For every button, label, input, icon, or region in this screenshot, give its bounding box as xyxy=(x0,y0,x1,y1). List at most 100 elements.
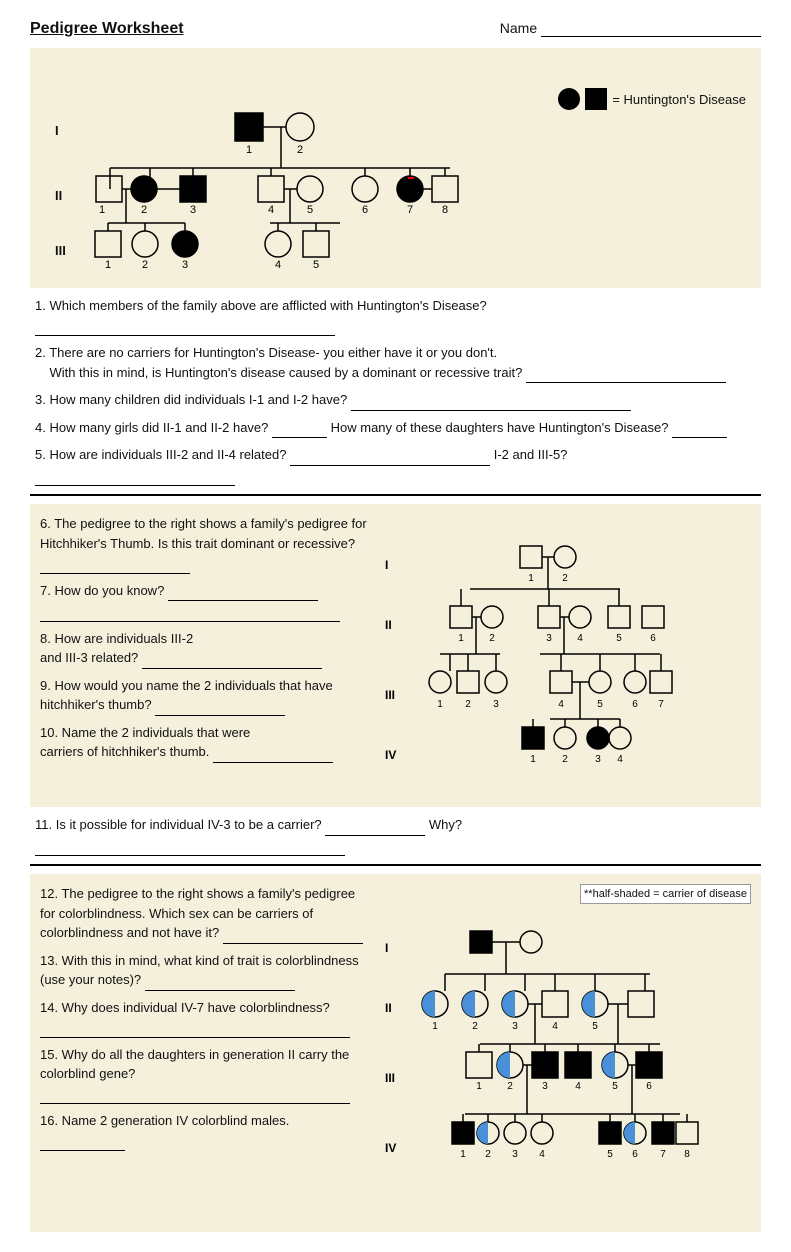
svg-text:III: III xyxy=(385,1071,395,1085)
svg-text:6: 6 xyxy=(632,1149,638,1160)
svg-text:I: I xyxy=(385,558,388,572)
svg-text:2: 2 xyxy=(297,144,303,156)
svg-text:3: 3 xyxy=(512,1021,518,1032)
cb-legend: **half-shaded = carrier of disease xyxy=(580,884,751,904)
svg-text:IV: IV xyxy=(385,748,396,762)
q7-answer2 xyxy=(40,601,340,622)
svg-text:4: 4 xyxy=(539,1149,545,1160)
q1-answer xyxy=(35,316,335,337)
q4-answer1 xyxy=(272,418,327,439)
svg-text:2: 2 xyxy=(485,1149,491,1160)
svg-text:1: 1 xyxy=(437,699,443,710)
svg-text:1: 1 xyxy=(530,754,536,765)
question-8: 8. How are individuals III-2and III-3 re… xyxy=(40,629,370,669)
legend: = Huntington's Disease xyxy=(558,88,746,110)
q12-answer xyxy=(223,923,363,944)
question-16: 16. Name 2 generation IV colorblind male… xyxy=(40,1111,370,1151)
question-14: 14. Why does individual IV-7 have colorb… xyxy=(40,998,370,1038)
q2-answer xyxy=(526,363,726,384)
section2-hitchhiker: 6. The pedigree to the right shows a fam… xyxy=(30,504,761,807)
section3-questions: 12. The pedigree to the right shows a fa… xyxy=(40,884,370,1222)
q11-answer2 xyxy=(35,836,345,857)
svg-text:5: 5 xyxy=(313,259,319,271)
question-13: 13. With this in mind, what kind of trai… xyxy=(40,951,370,991)
svg-text:7: 7 xyxy=(660,1149,666,1160)
svg-text:4: 4 xyxy=(577,633,583,644)
svg-text:3: 3 xyxy=(595,754,601,765)
svg-text:3: 3 xyxy=(182,259,188,271)
pedigree2-svg: I II III IV 1 2 1 2 3 xyxy=(380,514,700,794)
svg-text:2: 2 xyxy=(142,259,148,271)
page-title: Pedigree Worksheet xyxy=(30,20,184,38)
questions-section1: 1. Which members of the family above are… xyxy=(30,296,761,486)
question-6: 6. The pedigree to the right shows a fam… xyxy=(40,514,370,574)
q1-text: 1. Which members of the family above are… xyxy=(35,298,487,333)
svg-text:1: 1 xyxy=(432,1021,438,1032)
q5-text: 5. How are individuals III-2 and II-4 re… xyxy=(35,447,567,483)
section1-huntington: I II III = Huntington's Disease 1 2 xyxy=(30,48,761,288)
q2-text: 2. There are no carriers for Huntington'… xyxy=(35,345,726,380)
svg-text:1: 1 xyxy=(458,633,464,644)
legend-circle xyxy=(558,88,580,110)
svg-text:8: 8 xyxy=(442,204,448,216)
q4-text: 4. How many girls did II-1 and II-2 have… xyxy=(35,420,727,435)
question-10: 10. Name the 2 individuals that were car… xyxy=(40,723,370,763)
svg-text:2: 2 xyxy=(141,204,147,216)
question-7: 7. How do you know? xyxy=(40,581,370,622)
svg-text:1: 1 xyxy=(105,259,111,271)
svg-text:3: 3 xyxy=(190,204,196,216)
question-2: 2. There are no carriers for Huntington'… xyxy=(35,343,756,383)
svg-text:6: 6 xyxy=(362,204,368,216)
question-3: 3. How many children did individuals I-1… xyxy=(35,390,756,411)
svg-text:3: 3 xyxy=(512,1149,518,1160)
name-line xyxy=(541,20,761,37)
svg-text:6: 6 xyxy=(632,699,638,710)
q8-answer xyxy=(142,648,322,669)
svg-text:3: 3 xyxy=(493,699,499,710)
svg-text:1: 1 xyxy=(528,573,534,584)
q3-text: 3. How many children did individuals I-1… xyxy=(35,392,631,407)
pedigree3-svg: I II III IV 1 2 3 4 xyxy=(380,909,700,1219)
section3-colorblind: 12. The pedigree to the right shows a fa… xyxy=(30,874,761,1232)
pedigree1-svg: 1 2 1 2 3 xyxy=(40,58,540,278)
svg-text:II: II xyxy=(385,1001,392,1015)
svg-text:4: 4 xyxy=(275,259,281,271)
svg-text:4: 4 xyxy=(558,699,564,710)
legend-square xyxy=(585,88,607,110)
name-field: Name xyxy=(500,20,761,37)
section3-pedigree: **half-shaded = carrier of disease I II … xyxy=(380,884,751,1222)
svg-text:2: 2 xyxy=(507,1081,513,1092)
divider1 xyxy=(30,494,761,496)
question-5: 5. How are individuals III-2 and II-4 re… xyxy=(35,445,756,486)
svg-text:8: 8 xyxy=(684,1149,690,1160)
page-header: Pedigree Worksheet Name xyxy=(30,20,761,38)
svg-text:5: 5 xyxy=(616,633,622,644)
svg-text:5: 5 xyxy=(592,1021,598,1032)
svg-text:1: 1 xyxy=(460,1149,466,1160)
svg-text:I: I xyxy=(385,941,388,955)
q15-answer xyxy=(40,1084,350,1105)
svg-text:2: 2 xyxy=(562,754,568,765)
svg-text:7: 7 xyxy=(407,204,413,216)
q11-answer1 xyxy=(325,815,425,836)
question-9: 9. How would you name the 2 individuals … xyxy=(40,676,370,716)
svg-text:5: 5 xyxy=(607,1149,613,1160)
svg-text:7: 7 xyxy=(658,699,664,710)
svg-text:2: 2 xyxy=(465,699,471,710)
svg-text:4: 4 xyxy=(552,1021,558,1032)
legend-text: = Huntington's Disease xyxy=(612,92,746,107)
svg-text:II: II xyxy=(385,618,392,632)
svg-text:2: 2 xyxy=(472,1021,478,1032)
question-11: 11. Is it possible for individual IV-3 t… xyxy=(35,815,756,856)
svg-text:5: 5 xyxy=(612,1081,618,1092)
svg-text:6: 6 xyxy=(646,1081,652,1092)
svg-text:IV: IV xyxy=(385,1141,396,1155)
q9-answer xyxy=(155,695,285,716)
questions-q11: 11. Is it possible for individual IV-3 t… xyxy=(30,815,761,856)
svg-text:1: 1 xyxy=(99,204,105,216)
q16-answer xyxy=(40,1131,125,1152)
q7-answer xyxy=(168,581,318,602)
question-1: 1. Which members of the family above are… xyxy=(35,296,756,336)
svg-text:3: 3 xyxy=(546,633,552,644)
svg-text:4: 4 xyxy=(268,204,274,216)
